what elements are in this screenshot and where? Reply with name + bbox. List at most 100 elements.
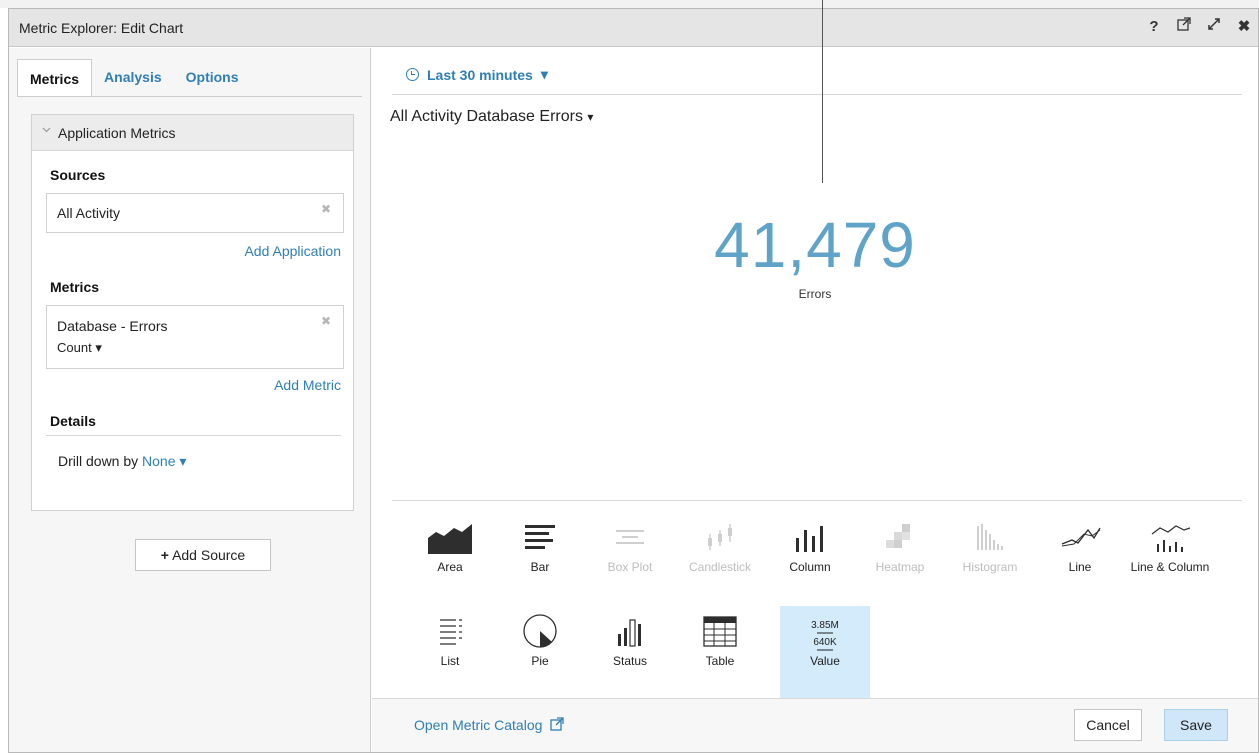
area-chart-icon <box>428 524 472 554</box>
source-value: All Activity <box>57 205 121 221</box>
tab-options[interactable]: Options <box>174 58 251 96</box>
add-application-link[interactable]: Add Application <box>244 243 341 259</box>
drill-label: Drill down by <box>58 453 139 469</box>
drill-down-row: Drill down by None ▾ <box>58 453 186 470</box>
external-link-icon <box>550 717 564 731</box>
pointer-guide-line <box>822 0 823 183</box>
drill-value: None <box>142 453 176 469</box>
save-button[interactable]: Save <box>1164 709 1228 741</box>
chart-types-divider <box>392 500 1242 501</box>
chart-type-heatmap[interactable]: Heatmap <box>855 512 945 608</box>
metric-unit: Errors <box>798 287 832 301</box>
chart-type-status[interactable]: Status <box>585 606 675 702</box>
chart-type-bar[interactable]: Bar <box>495 512 585 608</box>
chart-type-label: Status <box>612 654 648 668</box>
cancel-button[interactable]: Cancel <box>1074 709 1142 741</box>
left-pane: Metrics Analysis Options Application Met… <box>9 48 371 752</box>
chart-type-histogram[interactable]: Histogram <box>945 512 1035 608</box>
caret-down-icon: ▾ <box>179 453 187 469</box>
caret-down-icon: ▾ <box>95 340 102 355</box>
histogram-icon <box>977 524 1003 550</box>
chevron-down-icon <box>42 125 51 137</box>
aggregation-dropdown[interactable]: Count ▾ <box>57 340 102 356</box>
chart-type-list[interactable]: List <box>405 606 495 702</box>
pie-chart-icon <box>523 614 557 648</box>
chart-type-label: Histogram <box>962 560 1018 574</box>
value-icon: 3.85M 640K <box>811 620 839 651</box>
candlestick-icon <box>708 524 732 550</box>
chart-type-pie[interactable]: Pie <box>495 606 585 702</box>
sources-label: Sources <box>50 167 106 183</box>
catalog-link-label: Open Metric Catalog <box>414 717 543 733</box>
drill-dropdown[interactable]: None ▾ <box>142 453 186 469</box>
plus-icon: + <box>160 547 169 563</box>
close-icon[interactable]: ✖ <box>1236 17 1252 37</box>
add-source-button[interactable]: + Add Source <box>135 539 271 571</box>
time-range-selector[interactable]: Last 30 minutes ▾ <box>406 66 548 83</box>
source-field[interactable]: All Activity ✖ <box>46 193 344 233</box>
chart-type-label: Bar <box>530 560 550 574</box>
add-metric-link[interactable]: Add Metric <box>274 377 341 393</box>
add-source-label: Add Source <box>172 547 246 563</box>
chart-type-label: Line & Column <box>1130 560 1210 574</box>
heatmap-icon <box>886 524 910 548</box>
panel-header[interactable]: Application Metrics <box>32 115 353 151</box>
tab-bar: Metrics Analysis Options <box>17 58 251 97</box>
dialog-footer: Open Metric Catalog Cancel Save <box>372 699 1258 752</box>
details-divider <box>46 435 341 436</box>
chart-type-line[interactable]: Line <box>1035 512 1125 608</box>
tabs-divider <box>17 96 362 97</box>
metric-value: Database - Errors <box>57 318 168 334</box>
value-icon-bottom: 640K <box>813 637 837 648</box>
help-icon[interactable]: ? <box>1146 17 1162 37</box>
clock-icon <box>406 68 419 81</box>
panel-title: Application Metrics <box>58 125 176 141</box>
aggregation-value: Count <box>57 340 92 355</box>
application-metrics-panel: Application Metrics Sources All Activity… <box>31 114 354 511</box>
metrics-label: Metrics <box>50 279 100 295</box>
remove-metric-icon[interactable]: ✖ <box>321 314 331 328</box>
chart-type-label: Line <box>1068 560 1092 574</box>
tab-metrics[interactable]: Metrics <box>17 59 93 97</box>
status-icon <box>618 619 641 647</box>
list-icon <box>440 619 462 645</box>
chart-type-table[interactable]: Table <box>675 606 765 702</box>
chart-type-value[interactable]: 3.85M 640K Value <box>780 606 870 702</box>
chart-type-label: Value <box>810 654 840 668</box>
details-label: Details <box>50 413 96 429</box>
chart-type-label: Box Plot <box>607 560 653 574</box>
caret-down-icon: ▾ <box>587 110 594 124</box>
background-strip <box>0 0 1259 8</box>
line-chart-icon <box>1061 527 1101 547</box>
chart-type-label: Area <box>437 560 463 574</box>
column-chart-icon <box>796 526 823 552</box>
remove-source-icon[interactable]: ✖ <box>321 202 331 216</box>
metric-field[interactable]: Database - Errors Count ▾ ✖ <box>46 305 344 369</box>
chart-preview-pane: Last 30 minutes ▾ All Activity Database … <box>372 48 1258 752</box>
value-icon-top: 3.85M <box>811 620 839 631</box>
open-metric-catalog-link[interactable]: Open Metric Catalog <box>414 717 564 733</box>
time-range-value: Last 30 minutes <box>427 66 533 83</box>
chart-title-dropdown[interactable]: All Activity Database Errors ▾ <box>390 108 593 126</box>
time-divider <box>392 94 1242 95</box>
title-bar: Metric Explorer: Edit Chart ? ✖ <box>9 9 1258 47</box>
metric-value-display: 41,479 <box>714 209 916 281</box>
chart-type-label: Heatmap <box>875 560 925 574</box>
chart-type-box-plot[interactable]: Box Plot <box>585 512 675 608</box>
table-icon <box>703 616 737 647</box>
chart-type-label: Column <box>789 560 831 574</box>
line-column-icon <box>1151 525 1191 552</box>
tab-analysis[interactable]: Analysis <box>92 58 174 96</box>
chart-type-column[interactable]: Column <box>765 512 855 608</box>
bar-chart-icon <box>525 525 555 549</box>
chart-type-candlestick[interactable]: Candlestick <box>675 512 765 608</box>
box-plot-icon <box>616 530 644 544</box>
chart-type-line-column[interactable]: Line & Column <box>1125 512 1215 608</box>
chart-title: All Activity Database Errors <box>390 108 583 125</box>
chart-type-label: List <box>440 654 460 668</box>
dialog-title: Metric Explorer: Edit Chart <box>19 20 184 36</box>
expand-icon[interactable] <box>1206 17 1222 37</box>
chart-type-area[interactable]: Area <box>405 512 495 608</box>
popout-icon[interactable] <box>1176 17 1192 37</box>
caret-down-icon: ▾ <box>540 66 548 82</box>
